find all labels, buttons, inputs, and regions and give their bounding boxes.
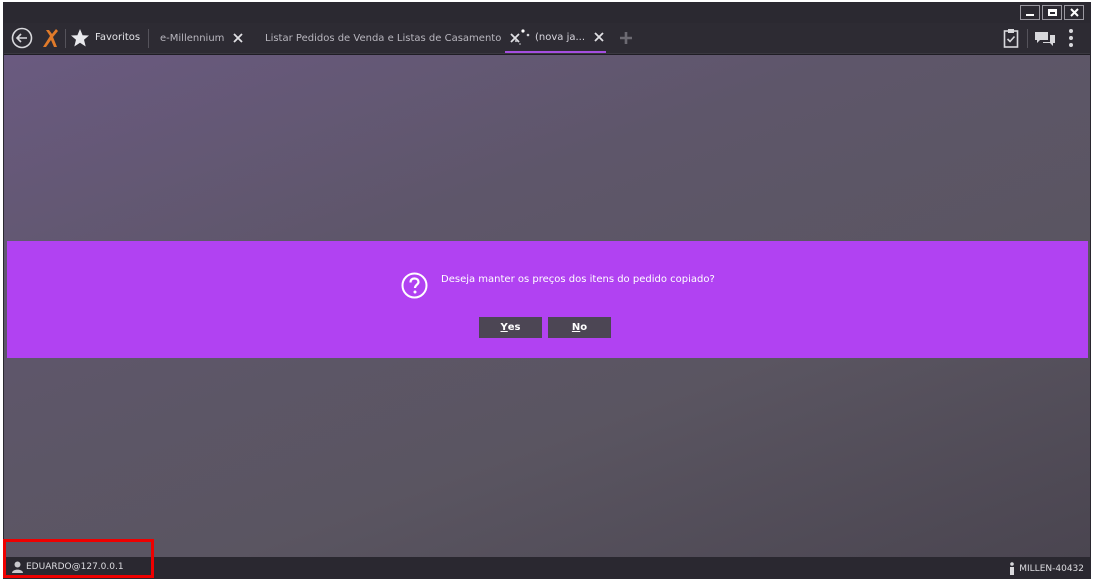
yes-accelerator: Y xyxy=(500,322,508,333)
close-tab-icon[interactable] xyxy=(233,33,244,43)
info-icon xyxy=(1010,562,1015,575)
question-icon xyxy=(401,272,428,299)
main-content: Deseja manter os preços dos itens do ped… xyxy=(4,55,1090,557)
close-tab-icon[interactable] xyxy=(594,32,604,42)
status-server: MILLEN-40432 xyxy=(1009,562,1084,575)
no-label: o xyxy=(580,322,588,333)
yes-label: es xyxy=(507,322,521,333)
chat-icon[interactable] xyxy=(1034,31,1056,47)
back-arrow-icon[interactable] xyxy=(11,27,33,49)
close-icon xyxy=(1069,8,1079,17)
toolbar-separator xyxy=(148,29,149,48)
no-button[interactable]: No xyxy=(548,317,611,338)
user-icon xyxy=(12,561,23,573)
yes-button[interactable]: Yes xyxy=(479,317,542,338)
add-tab-icon[interactable] xyxy=(619,31,633,45)
minimize-icon xyxy=(1026,14,1034,16)
tab-label: (nova ja... xyxy=(535,31,586,43)
maximize-button[interactable] xyxy=(1042,5,1062,20)
tab-nova-janela[interactable]: (nova ja... xyxy=(505,23,606,53)
clipboard-check-icon[interactable] xyxy=(1003,28,1019,48)
no-accelerator: N xyxy=(571,322,581,333)
loading-spinner-icon xyxy=(514,29,530,45)
favorites-label[interactable]: Favoritos xyxy=(95,32,140,43)
tab-label: e-Millennium xyxy=(160,32,225,44)
dialog-message: Deseja manter os preços dos itens do ped… xyxy=(441,274,715,285)
maximize-icon xyxy=(1047,9,1057,16)
millennium-logo-icon[interactable] xyxy=(40,27,60,49)
window-controls xyxy=(1020,5,1084,20)
toolbar-separator xyxy=(65,29,66,48)
status-bar: EDUARDO@127.0.0.1 MILLEN-40432 xyxy=(4,557,1090,579)
server-name: MILLEN-40432 xyxy=(1019,563,1084,574)
more-vertical-icon[interactable] xyxy=(1067,28,1075,48)
confirm-dialog: Deseja manter os preços dos itens do ped… xyxy=(7,241,1088,358)
status-user: EDUARDO@127.0.0.1 xyxy=(12,561,124,573)
tab-listar-pedidos[interactable]: Listar Pedidos de Venda e Listas de Casa… xyxy=(265,23,520,53)
minimize-button[interactable] xyxy=(1020,5,1040,20)
close-window-button[interactable] xyxy=(1064,5,1084,20)
tab-e-millennium[interactable]: e-Millennium xyxy=(160,23,244,53)
app-window: Favoritos e-Millennium Listar Pedidos de… xyxy=(3,2,1091,579)
title-bar xyxy=(4,3,1090,23)
star-icon[interactable] xyxy=(70,28,90,48)
toolbar-separator xyxy=(1027,29,1028,48)
user-connection: EDUARDO@127.0.0.1 xyxy=(26,562,124,572)
tab-bar: Favoritos e-Millennium Listar Pedidos de… xyxy=(4,23,1090,54)
tab-label: Listar Pedidos de Venda e Listas de Casa… xyxy=(265,32,502,44)
